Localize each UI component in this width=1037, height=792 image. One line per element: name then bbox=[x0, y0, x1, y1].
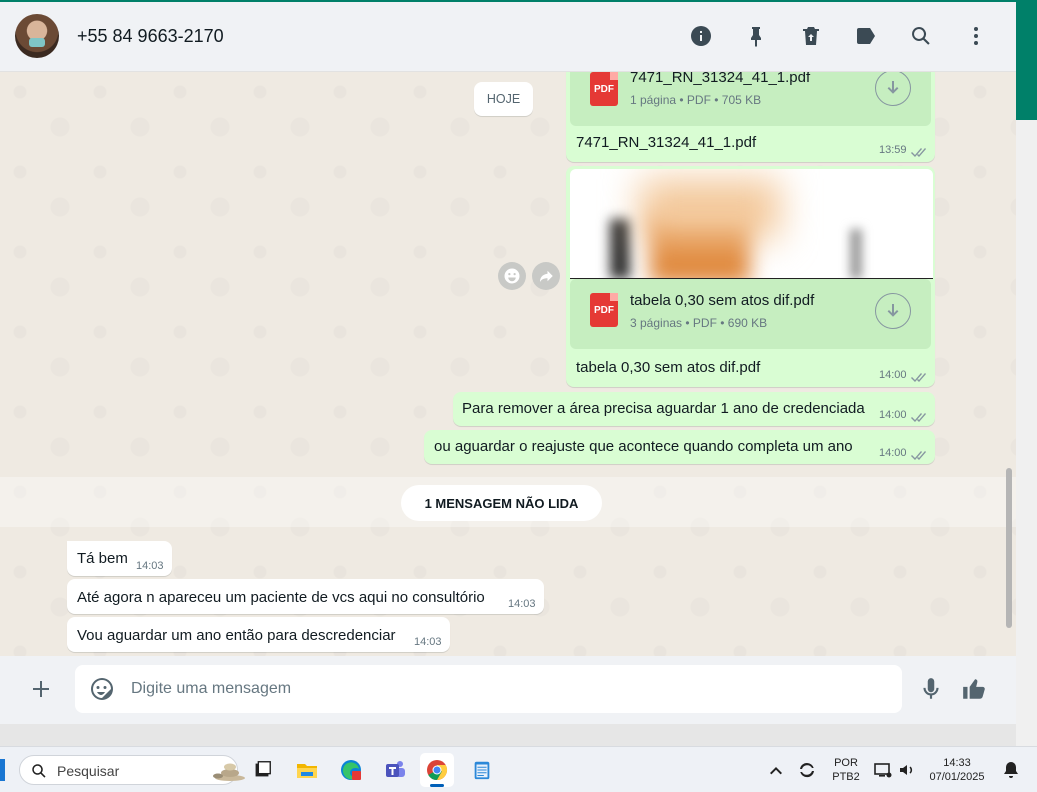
window-edge bbox=[1016, 0, 1037, 746]
search-label: Pesquisar bbox=[57, 763, 120, 779]
search-icon bbox=[30, 762, 48, 780]
message-text[interactable]: ou aguardar o reajuste que acontece quan… bbox=[424, 430, 935, 464]
pdf-file-icon: PDF bbox=[590, 293, 618, 327]
download-button[interactable] bbox=[875, 72, 911, 106]
chat-scrollbar[interactable] bbox=[1006, 468, 1012, 628]
message-time: 14:03 bbox=[414, 636, 442, 648]
message-body: Até agora n apareceu um paciente de vcs … bbox=[77, 589, 485, 606]
clock-time: 14:33 bbox=[943, 757, 971, 769]
download-arrow-icon bbox=[887, 304, 899, 317]
thumbs-up-button[interactable] bbox=[961, 676, 991, 706]
edge-icon[interactable] bbox=[334, 753, 368, 787]
date-chip: HOJE bbox=[474, 82, 533, 116]
document-preview[interactable] bbox=[570, 169, 933, 279]
notifications-icon[interactable] bbox=[1001, 760, 1021, 780]
clock-date: 07/01/2025 bbox=[929, 771, 985, 783]
task-view-icon[interactable] bbox=[245, 753, 279, 787]
message-text[interactable]: Para remover a área precisa aguardar 1 a… bbox=[453, 392, 935, 426]
label-icon[interactable] bbox=[851, 21, 881, 51]
language-code: POR bbox=[834, 757, 858, 769]
file-explorer-icon[interactable] bbox=[290, 753, 324, 787]
document-caption: 7471_RN_31324_41_1.pdf bbox=[576, 134, 757, 151]
composer-bar bbox=[0, 656, 1016, 724]
download-arrow-icon bbox=[887, 81, 899, 94]
download-button[interactable] bbox=[875, 293, 911, 329]
keyboard-layout: PTB2 bbox=[832, 771, 860, 783]
start-edge[interactable] bbox=[0, 759, 5, 781]
sync-icon[interactable] bbox=[797, 760, 817, 780]
microphone-icon bbox=[923, 678, 939, 699]
document-name: tabela 0,30 sem atos dif.pdf bbox=[630, 292, 815, 309]
attach-button[interactable] bbox=[26, 674, 56, 704]
message-body: Tá bem bbox=[77, 550, 128, 567]
show-hidden-icons-icon[interactable] bbox=[766, 760, 786, 780]
message-time: 14:03 bbox=[508, 598, 536, 610]
emoji-icon bbox=[504, 268, 520, 284]
message-time: 14:00 bbox=[879, 409, 907, 421]
chrome-icon[interactable] bbox=[420, 753, 454, 787]
teams-icon[interactable] bbox=[378, 753, 412, 787]
message-text-incoming[interactable]: Até agora n apareceu um paciente de vcs … bbox=[67, 579, 544, 614]
pin-icon[interactable] bbox=[741, 21, 771, 51]
forward-icon bbox=[540, 270, 553, 282]
windows-taskbar: Pesquisar POR PTB2 14:33 07/01/2025 bbox=[0, 746, 1037, 792]
taskbar-search[interactable]: Pesquisar bbox=[19, 755, 245, 785]
thumbs-up-icon bbox=[963, 679, 985, 699]
contact-name[interactable]: +55 84 9663-2170 bbox=[77, 26, 224, 47]
chat-area[interactable]: PDF 7471_RN_31324_41_1.pdf 1 página • PD… bbox=[0, 72, 1016, 656]
delete-icon[interactable] bbox=[796, 21, 826, 51]
document-name: 7471_RN_31324_41_1.pdf bbox=[630, 72, 811, 86]
read-ticks-icon bbox=[910, 448, 928, 460]
document-meta: 1 página • PDF • 705 KB bbox=[630, 93, 762, 107]
forward-button[interactable] bbox=[532, 262, 560, 290]
search-highlight-icon bbox=[210, 760, 246, 782]
message-body: Vou aguardar um ano então para descreden… bbox=[77, 627, 396, 644]
clock[interactable]: 14:33 07/01/2025 bbox=[928, 756, 986, 784]
language-indicator[interactable]: POR PTB2 bbox=[830, 756, 862, 784]
info-icon[interactable] bbox=[686, 21, 716, 51]
plus-icon bbox=[33, 681, 49, 697]
message-time: 13:59 bbox=[879, 144, 907, 156]
message-body: ou aguardar o reajuste que acontece quan… bbox=[434, 438, 853, 455]
read-ticks-icon bbox=[910, 410, 928, 422]
pdf-file-icon: PDF bbox=[590, 72, 618, 106]
chat-header: +55 84 9663-2170 bbox=[0, 2, 1016, 72]
message-time: 14:03 bbox=[136, 560, 164, 572]
sticker-icon[interactable] bbox=[89, 676, 115, 702]
message-document-1[interactable]: PDF 7471_RN_31324_41_1.pdf 1 página • PD… bbox=[566, 72, 935, 162]
notepad-icon[interactable] bbox=[465, 753, 499, 787]
message-text-incoming[interactable]: Vou aguardar um ano então para descreden… bbox=[67, 617, 450, 652]
message-text-incoming[interactable]: Tá bem 14:03 bbox=[67, 541, 172, 576]
message-body: Para remover a área precisa aguardar 1 a… bbox=[462, 400, 865, 417]
menu-icon[interactable] bbox=[961, 21, 991, 51]
document-card[interactable]: PDF tabela 0,30 sem atos dif.pdf 3 págin… bbox=[570, 279, 931, 349]
message-time: 14:00 bbox=[879, 369, 907, 381]
document-meta: 3 páginas • PDF • 690 KB bbox=[630, 316, 768, 330]
document-card[interactable]: PDF 7471_RN_31324_41_1.pdf 1 página • PD… bbox=[570, 72, 931, 126]
network-icon[interactable] bbox=[873, 760, 893, 780]
react-button[interactable] bbox=[498, 262, 526, 290]
document-caption: tabela 0,30 sem atos dif.pdf bbox=[576, 359, 761, 376]
message-time: 14:00 bbox=[879, 447, 907, 459]
read-ticks-icon bbox=[910, 145, 928, 157]
microphone-button[interactable] bbox=[918, 676, 946, 704]
search-icon[interactable] bbox=[906, 21, 936, 51]
message-input-box[interactable] bbox=[75, 665, 902, 713]
whatsapp-window: +55 84 9663-2170 PDF 7471_RN_31324_41_1.… bbox=[0, 0, 1016, 724]
contact-avatar[interactable] bbox=[15, 14, 59, 58]
volume-icon[interactable] bbox=[897, 760, 917, 780]
unread-messages-chip: 1 MENSAGEM NÃO LIDA bbox=[401, 485, 602, 521]
read-ticks-icon bbox=[910, 370, 928, 382]
message-document-2[interactable]: PDF tabela 0,30 sem atos dif.pdf 3 págin… bbox=[566, 166, 935, 387]
message-input[interactable] bbox=[131, 677, 871, 701]
desktop-gap bbox=[0, 724, 1016, 746]
